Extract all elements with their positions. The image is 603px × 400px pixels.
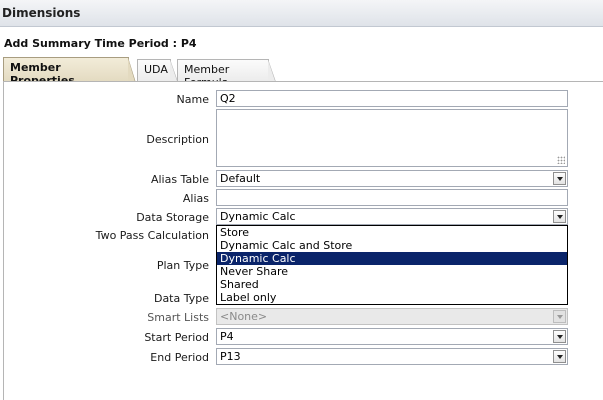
tab-uda-label: UDA	[144, 63, 168, 76]
start-period-select[interactable]: P4	[216, 328, 568, 345]
option-dynamic-calc[interactable]: Dynamic Calc	[217, 252, 567, 265]
alias-input[interactable]	[216, 189, 568, 206]
smart-lists-value: <None>	[220, 310, 268, 323]
page-title: Add Summary Time Period : P4	[4, 37, 197, 50]
data-storage-label: Data Storage	[136, 211, 209, 224]
start-period-label: Start Period	[144, 331, 209, 344]
data-storage-select[interactable]: Dynamic Calc	[216, 208, 568, 225]
data-storage-value: Dynamic Calc	[220, 210, 296, 223]
chevron-down-icon[interactable]	[553, 350, 566, 363]
data-storage-dropdown-list: Store Dynamic Calc and Store Dynamic Cal…	[216, 225, 568, 305]
alias-label: Alias	[182, 192, 209, 205]
tab-member-formula[interactable]: Member Formula	[177, 59, 276, 89]
window-titlebar: Dimensions	[0, 0, 603, 27]
two-pass-calculation-label: Two Pass Calculation	[95, 229, 209, 242]
end-period-select[interactable]: P13	[216, 348, 568, 365]
option-shared[interactable]: Shared	[217, 278, 567, 291]
data-type-label: Data Type	[153, 292, 209, 305]
chevron-down-icon	[553, 310, 566, 323]
description-label: Description	[146, 133, 209, 146]
option-dynamic-calc-and-store[interactable]: Dynamic Calc and Store	[217, 239, 567, 252]
chevron-down-icon[interactable]	[553, 172, 566, 185]
tab-bar: Member Properties UDA Member Formula	[3, 57, 603, 89]
option-label-only[interactable]: Label only	[217, 291, 567, 304]
smart-lists-label: Smart Lists	[147, 311, 209, 324]
name-input[interactable]: Q2	[216, 90, 568, 107]
alias-table-value: Default	[220, 172, 261, 185]
tab-member-properties[interactable]: Member Properties	[3, 57, 136, 87]
start-period-value: P4	[220, 330, 234, 343]
end-period-label: End Period	[150, 351, 209, 364]
option-store[interactable]: Store	[217, 226, 567, 239]
description-textarea[interactable]	[216, 109, 568, 167]
smart-lists-select: <None>	[216, 308, 568, 325]
tab-uda[interactable]: UDA	[137, 59, 178, 82]
chevron-down-icon[interactable]	[553, 330, 566, 343]
alias-table-select[interactable]: Default	[216, 170, 568, 187]
alias-table-label: Alias Table	[150, 173, 209, 186]
name-label: Name	[176, 93, 209, 106]
name-value: Q2	[220, 92, 236, 105]
chevron-down-icon[interactable]	[553, 210, 566, 223]
resize-grip-icon[interactable]	[557, 156, 565, 164]
end-period-value: P13	[220, 350, 241, 363]
option-never-share[interactable]: Never Share	[217, 265, 567, 278]
plan-type-label: Plan Type	[156, 259, 209, 272]
window-title: Dimensions	[2, 6, 81, 20]
